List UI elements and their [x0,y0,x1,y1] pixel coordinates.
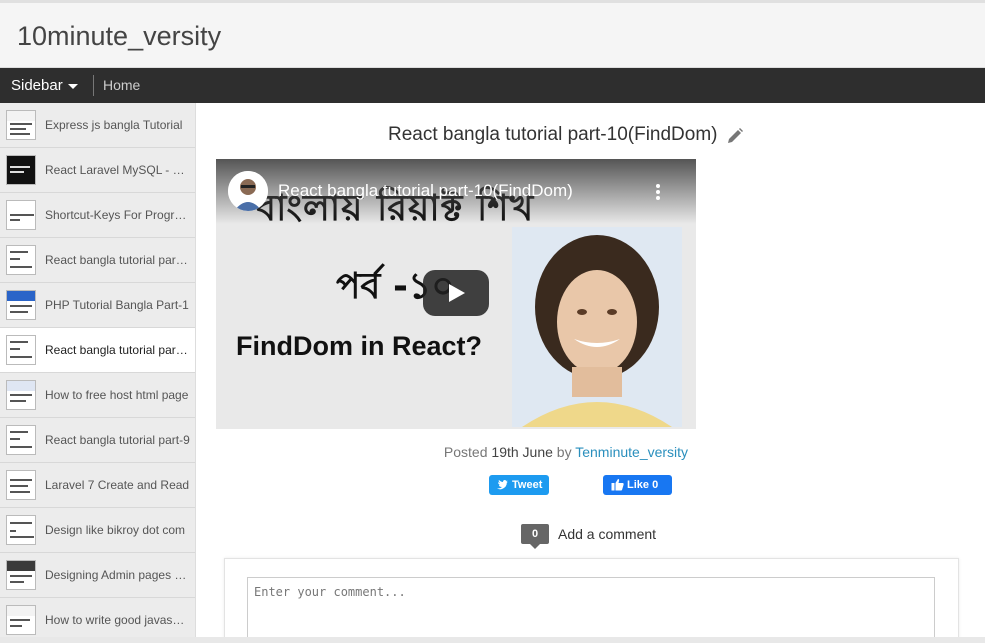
sidebar-item-label: React bangla tutorial part-10 [45,343,190,357]
post-thumbnail [6,335,36,365]
sidebar-item-active[interactable]: React bangla tutorial part-10 [0,328,195,373]
post-thumbnail [6,380,36,410]
sidebar-item[interactable]: React Laravel MySQL - CRUD [0,148,195,193]
tweet-label: Tweet [512,479,543,491]
sidebar-item[interactable]: Laravel 7 Create and Read [0,463,195,508]
nav-home-link[interactable]: Home [103,77,140,93]
pencil-icon[interactable] [726,127,744,145]
sidebar-item-label: Express js bangla Tutorial [45,118,183,132]
sidebar-item-label: How to free host html page [45,388,189,402]
posted-prefix: Posted [443,444,488,460]
post-title-row: React bangla tutorial part-10(FindDom) [216,124,916,146]
like-label: Like 0 [627,479,659,491]
blog-title[interactable]: 10minute_versity [17,21,221,52]
sidebar-item[interactable]: PHP Tutorial Bangla Part-1 [0,283,195,328]
post-thumbnail [6,605,36,635]
bottom-scroll-edge [0,637,985,643]
tweet-button[interactable]: Tweet [489,475,549,495]
posted-by: by [556,444,572,460]
blog-header: 10minute_versity [0,0,985,68]
sidebar-item-label: React bangla tutorial part-11 [45,253,190,267]
sidebar-item[interactable]: React bangla tutorial part-9 [0,418,195,463]
post-thumbnail [6,110,36,140]
comment-input[interactable] [247,577,935,641]
video-title[interactable]: React bangla tutorial part-10(FindDom) [278,181,573,201]
add-comment-link[interactable]: Add a comment [558,526,656,542]
video-player[interactable]: বাংলায় রিয়াক্ট শিখ পর্ব -১০ FindDom in… [216,159,696,429]
sidebar-item-label: Design like bikroy dot com [45,523,186,537]
comment-panel [224,558,959,643]
twitter-bird-icon [497,480,508,490]
sidebar-item[interactable]: How to free host html page [0,373,195,418]
sidebar-item[interactable]: React bangla tutorial part-11 [0,238,195,283]
sidebar: Express js bangla Tutorial React Laravel… [0,103,196,643]
sidebar-item[interactable]: Design like bikroy dot com [0,508,195,553]
post-thumbnail [6,425,36,455]
sidebar-item[interactable]: Express js bangla Tutorial [0,103,195,148]
navbar: Sidebar Home [0,68,985,103]
sidebar-item[interactable]: Shortcut-Keys For Programmers [0,193,195,238]
post-title: React bangla tutorial part-10(FindDom) [388,124,718,145]
nav-divider [93,75,94,96]
sidebar-item-label: React bangla tutorial part-9 [45,433,190,447]
post-date: 19th June [491,444,553,460]
play-button[interactable] [423,270,489,316]
sidebar-dropdown-label: Sidebar [11,77,63,94]
presenter-photo [512,227,682,427]
sidebar-item-label: Shortcut-Keys For Programmers [45,208,190,222]
post-thumbnail [6,470,36,500]
channel-avatar[interactable] [228,171,268,211]
post-thumbnail [6,515,36,545]
caret-down-icon [67,83,78,89]
post-thumbnail [6,245,36,275]
post-author-link[interactable]: Tenminute_versity [575,444,688,460]
facebook-like-button[interactable]: Like 0 [603,475,672,495]
sidebar-item-label: Laravel 7 Create and Read [45,478,190,492]
post-thumbnail [6,155,36,185]
sidebar-item-label: Designing Admin pages with [45,568,190,582]
sidebar-item[interactable]: Designing Admin pages with [0,553,195,598]
sidebar-item-label: How to write good javascript [45,613,190,627]
video-thumb-text: FindDom in React? [236,331,483,361]
post-thumbnail [6,560,36,590]
sidebar-dropdown[interactable]: Sidebar [11,77,78,94]
post-thumbnail [6,290,36,320]
post-meta: Posted 19th June by Tenminute_versity [216,444,916,460]
more-vert-icon[interactable] [656,184,660,200]
post-thumbnail [6,200,36,230]
sidebar-item-label: PHP Tutorial Bangla Part-1 [45,298,189,312]
comment-count-badge: 0 [521,524,549,549]
facebook-thumb-icon [611,479,624,491]
sidebar-item-label: React Laravel MySQL - CRUD [45,163,190,177]
play-icon [449,284,465,302]
